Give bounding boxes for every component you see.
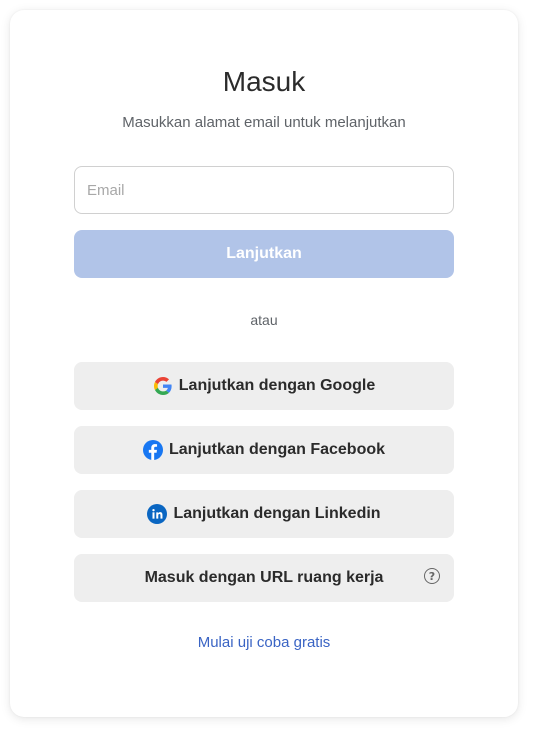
page-subtitle: Masukkan alamat email untuk melanjutkan [122, 114, 406, 131]
email-field[interactable] [74, 166, 454, 214]
free-trial-link[interactable]: Mulai uji coba gratis [10, 634, 518, 651]
help-circle-icon[interactable]: ? [424, 568, 440, 584]
linkedin-signin-label: Lanjutkan dengan Linkedin [173, 505, 381, 522]
workspace-url-label: Masuk dengan URL ruang kerja [144, 569, 384, 586]
facebook-icon [142, 440, 163, 460]
divider-text: atau [250, 312, 278, 328]
linkedin-signin-button[interactable]: Lanjutkan dengan Linkedin [74, 490, 454, 538]
facebook-signin-label: Lanjutkan dengan Facebook [168, 441, 386, 458]
google-signin-button[interactable]: Lanjutkan dengan Google [74, 362, 454, 410]
linkedin-icon [147, 504, 168, 524]
page-title: Masuk [222, 66, 306, 97]
workspace-url-button[interactable]: Masuk dengan URL ruang kerja ? [74, 554, 454, 602]
facebook-signin-button[interactable]: Lanjutkan dengan Facebook [74, 426, 454, 474]
google-icon [153, 376, 173, 396]
google-signin-label: Lanjutkan dengan Google [178, 377, 376, 394]
continue-button[interactable]: Lanjutkan [74, 230, 454, 278]
signin-card: Masuk Masukkan alamat email untuk melanj… [10, 10, 518, 717]
